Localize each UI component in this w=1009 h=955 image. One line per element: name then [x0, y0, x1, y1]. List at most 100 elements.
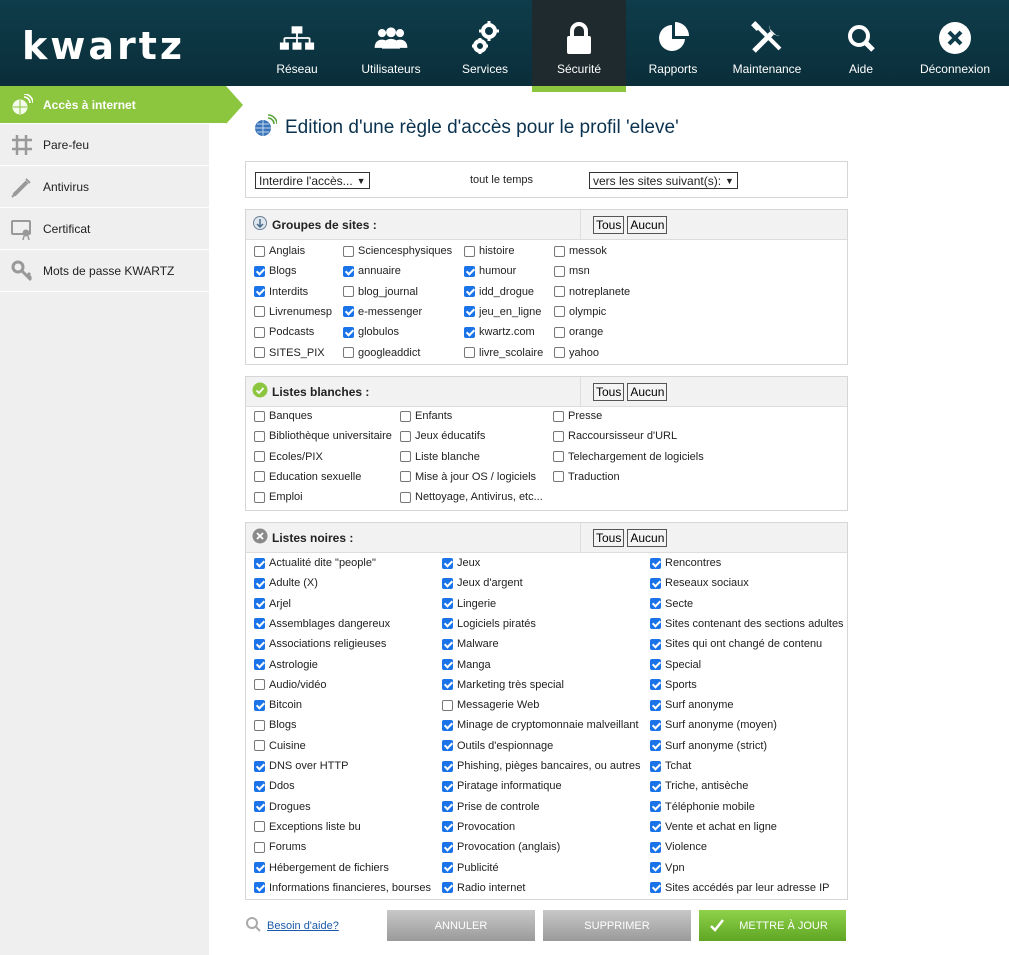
groups-checkbox-item[interactable]: olympic: [554, 304, 606, 320]
checkbox[interactable]: [442, 577, 453, 589]
groups-checkbox-item[interactable]: humour: [464, 263, 516, 279]
checkbox[interactable]: [650, 598, 661, 610]
blacklists-checkbox-item[interactable]: Surf anonyme (strict): [650, 738, 767, 754]
checkbox[interactable]: [650, 679, 661, 691]
checkbox[interactable]: [254, 430, 265, 442]
whitelists-checkbox-item[interactable]: Telechargement de logiciels: [553, 449, 704, 465]
checkbox[interactable]: [400, 471, 411, 483]
checkbox[interactable]: [343, 326, 354, 338]
whitelists-checkbox-item[interactable]: Emploi: [254, 489, 303, 505]
groups-checkbox-item[interactable]: livre_scolaire: [464, 345, 543, 361]
checkbox[interactable]: [343, 286, 354, 298]
checkbox[interactable]: [442, 862, 453, 873]
blacklists-checkbox-item[interactable]: Informations financieres, bourses: [254, 880, 431, 896]
nav-item-6[interactable]: Aide: [814, 0, 908, 86]
nav-item-5[interactable]: Maintenance: [720, 0, 814, 86]
groups-checkbox-item[interactable]: Podcasts: [254, 324, 314, 340]
nav-item-2[interactable]: Services: [438, 0, 532, 86]
action-select[interactable]: Interdire l'accès... ▼: [255, 172, 370, 189]
checkbox[interactable]: [554, 245, 565, 257]
checkbox[interactable]: [650, 862, 661, 873]
blacklists-none-button[interactable]: Aucun: [627, 529, 668, 547]
blacklists-checkbox-item[interactable]: Sites contenant des sections adultes: [650, 616, 844, 632]
whitelists-checkbox-item[interactable]: Liste blanche: [400, 449, 480, 465]
checkbox[interactable]: [650, 760, 661, 772]
checkbox[interactable]: [464, 265, 475, 277]
checkbox[interactable]: [400, 451, 411, 463]
groups-checkbox-item[interactable]: SITES_PIX: [254, 345, 325, 361]
blacklists-checkbox-item[interactable]: Forums: [254, 839, 306, 855]
checkbox[interactable]: [254, 719, 265, 731]
blacklists-checkbox-item[interactable]: Jeux: [442, 555, 480, 571]
target-select[interactable]: vers les sites suivant(s): ▼: [589, 172, 738, 189]
checkbox[interactable]: [650, 659, 661, 670]
checkbox[interactable]: [442, 801, 453, 813]
groups-checkbox-item[interactable]: yahoo: [554, 345, 599, 361]
checkbox[interactable]: [553, 430, 564, 442]
checkbox[interactable]: [650, 882, 661, 894]
whitelists-checkbox-item[interactable]: Banques: [254, 408, 312, 424]
checkbox[interactable]: [254, 862, 265, 873]
checkbox[interactable]: [254, 245, 265, 257]
checkbox[interactable]: [442, 780, 453, 792]
groups-checkbox-item[interactable]: Blogs: [254, 263, 297, 279]
checkbox[interactable]: [464, 245, 475, 257]
checkbox[interactable]: [554, 306, 565, 318]
checkbox[interactable]: [400, 491, 411, 503]
checkbox[interactable]: [442, 699, 453, 711]
blacklists-checkbox-item[interactable]: Reseaux sociaux: [650, 575, 749, 591]
blacklists-checkbox-item[interactable]: Jeux d'argent: [442, 575, 523, 591]
whitelists-checkbox-item[interactable]: Traduction: [553, 469, 620, 485]
whitelists-checkbox-item[interactable]: Mise à jour OS / logiciels: [400, 469, 536, 485]
checkbox[interactable]: [464, 286, 475, 298]
checkbox[interactable]: [650, 719, 661, 731]
blacklists-checkbox-item[interactable]: Surf anonyme (moyen): [650, 717, 777, 733]
checkbox[interactable]: [442, 719, 453, 731]
blacklists-checkbox-item[interactable]: Violence: [650, 839, 707, 855]
checkbox[interactable]: [254, 347, 265, 358]
checkbox[interactable]: [442, 760, 453, 772]
checkbox[interactable]: [464, 306, 475, 318]
checkbox[interactable]: [254, 780, 265, 792]
update-button[interactable]: METTRE À JOUR: [699, 910, 846, 941]
groups-checkbox-item[interactable]: annuaire: [343, 263, 401, 279]
checkbox[interactable]: [254, 326, 265, 338]
checkbox[interactable]: [254, 659, 265, 670]
blacklists-checkbox-item[interactable]: Prise de controle: [442, 799, 540, 815]
blacklists-checkbox-item[interactable]: Triche, antisèche: [650, 778, 748, 794]
nav-item-3[interactable]: Sécurité: [532, 0, 626, 92]
checkbox[interactable]: [254, 801, 265, 813]
checkbox[interactable]: [554, 265, 565, 277]
delete-button[interactable]: SUPPRIMER: [543, 910, 691, 941]
blacklists-checkbox-item[interactable]: Ddos: [254, 778, 295, 794]
blacklists-checkbox-item[interactable]: Assemblages dangereux: [254, 616, 390, 632]
groups-checkbox-item[interactable]: notreplanete: [554, 284, 630, 300]
blacklists-checkbox-item[interactable]: Publicité: [442, 860, 499, 876]
whitelists-checkbox-item[interactable]: Nettoyage, Antivirus, etc...: [400, 489, 543, 505]
checkbox[interactable]: [464, 326, 475, 338]
blacklists-checkbox-item[interactable]: Provocation (anglais): [442, 839, 560, 855]
blacklists-checkbox-item[interactable]: Rencontres: [650, 555, 721, 571]
blacklists-checkbox-item[interactable]: Outils d'espionnage: [442, 738, 553, 754]
checkbox[interactable]: [553, 410, 564, 422]
blacklists-checkbox-item[interactable]: Arjel: [254, 596, 291, 612]
blacklists-checkbox-item[interactable]: Astrologie: [254, 657, 318, 673]
checkbox[interactable]: [650, 821, 661, 833]
checkbox[interactable]: [254, 760, 265, 772]
sidebar-item-1[interactable]: Pare-feu: [0, 124, 209, 166]
groups-all-button[interactable]: Tous: [593, 216, 625, 234]
blacklists-checkbox-item[interactable]: Blogs: [254, 717, 297, 733]
blacklists-checkbox-item[interactable]: Radio internet: [442, 880, 526, 896]
checkbox[interactable]: [554, 347, 565, 358]
checkbox[interactable]: [442, 598, 453, 610]
blacklists-checkbox-item[interactable]: Exceptions liste bu: [254, 819, 361, 835]
blacklists-checkbox-item[interactable]: Malware: [442, 636, 499, 652]
checkbox[interactable]: [254, 306, 265, 318]
blacklists-checkbox-item[interactable]: Audio/vidéo: [254, 677, 327, 693]
groups-checkbox-item[interactable]: googleaddict: [343, 345, 420, 361]
checkbox[interactable]: [442, 740, 453, 752]
blacklists-checkbox-item[interactable]: Logiciels piratés: [442, 616, 536, 632]
checkbox[interactable]: [254, 451, 265, 463]
checkbox[interactable]: [442, 618, 453, 630]
blacklists-checkbox-item[interactable]: Sports: [650, 677, 697, 693]
